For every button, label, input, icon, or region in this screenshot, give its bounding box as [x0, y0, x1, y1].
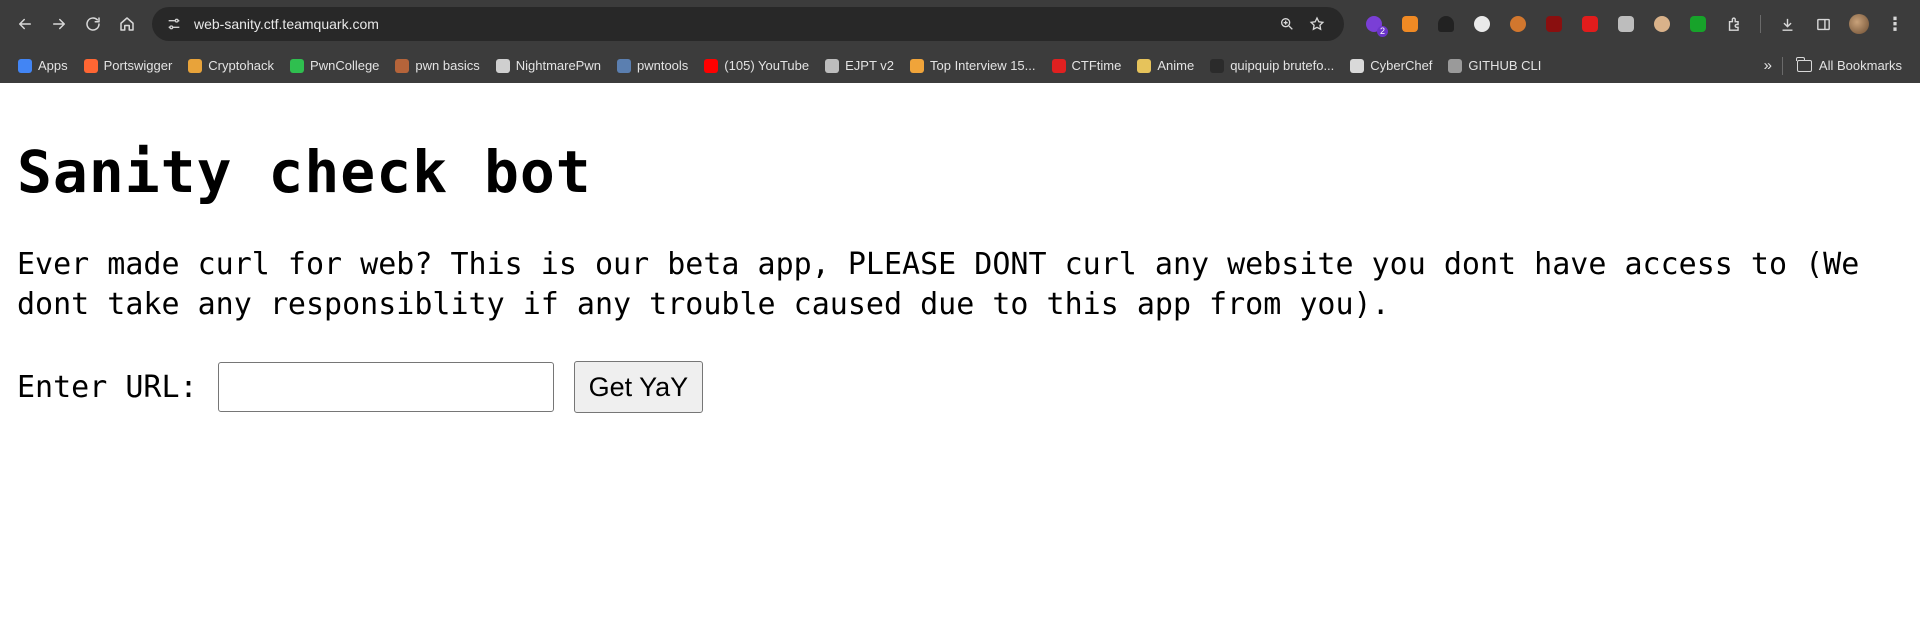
bookmarks-bar: Apps Portswigger Cryptohack PwnCollege pwn b… — [0, 48, 1920, 83]
bookmark-item[interactable]: (105) YouTube — [696, 52, 817, 80]
home-button[interactable] — [110, 7, 144, 41]
bookmark-label: CyberChef — [1370, 58, 1433, 73]
bookmarks-list: Apps Portswigger Cryptohack PwnCollege pwn b… — [10, 52, 1549, 80]
metamask-fox-icon[interactable] — [1394, 8, 1426, 40]
bookmark-favicon-icon — [18, 58, 32, 73]
url-text[interactable]: web-sanity.ctf.teamquark.com — [194, 16, 1272, 32]
bookmark-favicon-icon — [910, 58, 924, 73]
bookmark-label: pwntools — [636, 58, 689, 73]
reload-button[interactable] — [76, 7, 110, 41]
bookmark-label: NightmarePwn — [515, 58, 601, 73]
page-content: Sanity check bot Ever made curl for web?… — [0, 83, 1920, 429]
all-bookmarks-label: All Bookmarks — [1818, 58, 1902, 73]
cookie-cluster-icon[interactable] — [1466, 8, 1498, 40]
bookmark-label: Cryptohack — [208, 58, 275, 73]
hat-extension-icon[interactable] — [1430, 8, 1462, 40]
bookmark-star-icon[interactable] — [1302, 9, 1332, 39]
extension-badge: 2 — [1376, 26, 1388, 37]
bookmark-item[interactable]: Anime — [1129, 52, 1202, 80]
forward-button[interactable] — [42, 7, 76, 41]
extension-purple-icon[interactable]: 2 — [1358, 8, 1390, 40]
bookmark-label: GITHUB CLI — [1468, 58, 1542, 73]
url-input[interactable] — [217, 362, 554, 412]
back-button[interactable] — [8, 7, 42, 41]
bookmark-item[interactable]: Apps — [10, 52, 76, 80]
bookmark-favicon-icon — [825, 58, 840, 73]
bookmark-item[interactable]: Portswigger — [76, 52, 181, 80]
bookmark-favicon-icon — [395, 58, 410, 73]
bookmarks-divider — [1781, 56, 1783, 75]
bookmark-item[interactable]: PwnCollege — [282, 52, 387, 80]
check-ext-icon[interactable] — [1610, 8, 1642, 40]
cookie-editor-icon[interactable] — [1502, 8, 1534, 40]
url-label: Enter URL: — [17, 369, 198, 405]
bookmark-label: Top Interview 15... — [930, 58, 1036, 73]
bookmark-favicon-icon — [83, 58, 98, 73]
bookmark-label: PwnCollege — [310, 58, 380, 73]
bookmark-item[interactable]: CyberChef — [1342, 52, 1440, 80]
download-icon[interactable] — [1771, 8, 1803, 40]
page-description: Ever made curl for web? This is our beta… — [17, 247, 1860, 322]
bookmark-label: pwn basics — [415, 58, 480, 73]
site-info-icon[interactable] — [164, 14, 184, 34]
extensions-area: 2 ⋮ — [1358, 8, 1911, 40]
bookmark-favicon-icon — [495, 58, 510, 73]
arrow-right-icon — [53, 18, 65, 30]
bookmark-label: Anime — [1157, 58, 1195, 73]
zoom-icon[interactable] — [1272, 9, 1302, 39]
avatar[interactable] — [1843, 8, 1875, 40]
folder-icon — [1796, 56, 1812, 72]
url-form: Enter URL: Get YaY — [17, 361, 1903, 413]
bookmark-item[interactable]: quipquip brutefo... — [1202, 52, 1342, 80]
bookmark-item[interactable]: pwn basics — [387, 52, 487, 80]
side-panel-icon[interactable] — [1807, 8, 1839, 40]
bookmark-label: Portswigger — [103, 58, 173, 73]
browser-chrome: web-sanity.ctf.teamquark.com 2 ⋮ Apps Po… — [0, 0, 1920, 83]
bookmark-favicon-icon — [290, 58, 305, 73]
submit-button[interactable]: Get YaY — [573, 361, 704, 413]
home-icon — [120, 17, 134, 31]
bookmark-favicon-icon — [616, 58, 631, 73]
bookmark-label: CTFtime — [1071, 58, 1122, 73]
bookmark-item[interactable]: Cryptohack — [180, 52, 282, 80]
bookmark-item[interactable]: pwntools — [609, 52, 696, 80]
bookmark-favicon-icon — [704, 58, 719, 73]
menu-kebab-icon[interactable]: ⋮ — [1879, 8, 1911, 40]
bookmark-item[interactable]: CTFtime — [1044, 52, 1130, 80]
face-ext-icon[interactable] — [1646, 8, 1678, 40]
ublock-icon[interactable] — [1538, 8, 1570, 40]
browser-toolbar: web-sanity.ctf.teamquark.com 2 ⋮ — [0, 0, 1920, 48]
address-bar[interactable]: web-sanity.ctf.teamquark.com — [152, 7, 1344, 41]
bookmark-item[interactable]: Top Interview 15... — [902, 52, 1044, 80]
youtube-ext-icon[interactable] — [1574, 8, 1606, 40]
bookmarks-overflow-icon[interactable]: » — [1754, 57, 1782, 74]
bookmark-favicon-icon — [1448, 58, 1463, 73]
bookmark-favicon-icon — [1210, 58, 1225, 73]
bookmark-label: Apps — [38, 58, 68, 73]
bookmark-favicon-icon — [1350, 58, 1365, 73]
arrow-left-icon — [19, 18, 31, 30]
page-title: Sanity check bot — [17, 138, 592, 206]
reload-icon — [86, 17, 100, 31]
puzzle-icon[interactable] — [1718, 8, 1750, 40]
bookmark-item[interactable]: GITHUB CLI — [1440, 52, 1549, 80]
bookmark-label: quipquip brutefo... — [1230, 58, 1335, 73]
bookmark-favicon-icon — [188, 58, 203, 73]
bookmark-label: EJPT v2 — [845, 58, 894, 73]
all-bookmarks-button[interactable]: All Bookmarks — [1789, 52, 1910, 80]
bookmark-favicon-icon — [1051, 58, 1066, 73]
bookmark-favicon-icon — [1137, 58, 1152, 73]
toolbar-separator — [1760, 15, 1761, 33]
bookmark-item[interactable]: NightmarePwn — [488, 52, 609, 80]
green-text-ext-icon[interactable] — [1682, 8, 1714, 40]
bookmark-label: (105) YouTube — [724, 58, 810, 73]
bookmark-item[interactable]: EJPT v2 — [817, 52, 902, 80]
